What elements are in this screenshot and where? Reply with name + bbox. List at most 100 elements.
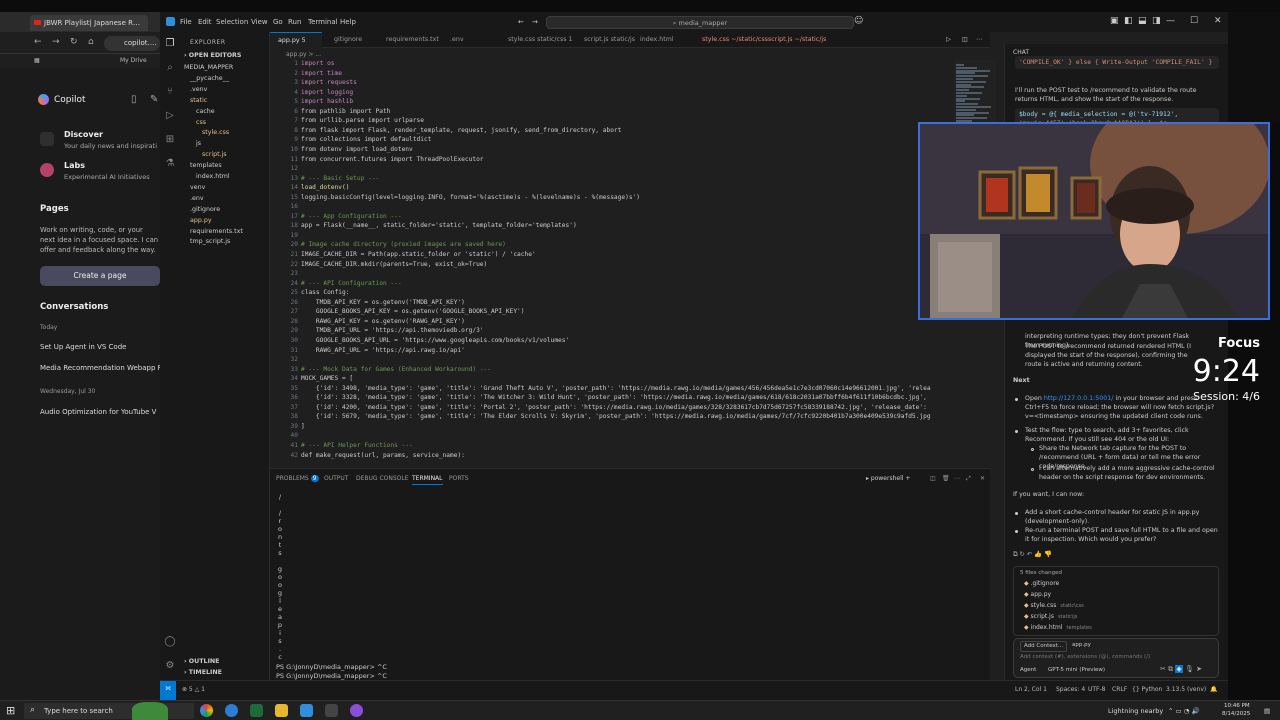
extensions-icon[interactable]: ⊞ (164, 134, 176, 146)
line-ending[interactable]: CRLF (1112, 686, 1127, 693)
thumbs-up-icon[interactable]: 👍 (1034, 551, 1042, 558)
menu-view[interactable]: View (251, 18, 268, 26)
tree-item[interactable]: venv (190, 184, 205, 191)
tab-terminal[interactable]: TERMINAL (412, 475, 443, 485)
timeline-section[interactable]: › TIMELINE (184, 669, 222, 676)
taskbar-search[interactable]: ⌕ Type here to search (24, 703, 194, 719)
tree-item[interactable]: requirements.txt (190, 228, 243, 235)
toggle-panel-icon[interactable]: ⬓ (1138, 16, 1147, 26)
close-icon[interactable]: ✕ (1214, 16, 1222, 26)
thumbs-down-icon[interactable]: 👎 (1044, 551, 1052, 558)
home-icon[interactable]: ⌂ (88, 37, 94, 47)
editor-tab[interactable]: app.py 5 (270, 32, 322, 48)
system-tray-icons[interactable]: ⌃ ▭ ◔ 🔊 (1168, 707, 1200, 715)
new-chat-icon[interactable]: ✎ (150, 94, 158, 105)
nav-forward-icon[interactable]: → (532, 18, 538, 26)
tree-item[interactable]: style.css (202, 129, 229, 136)
run-debug-icon[interactable]: ▷ (164, 110, 176, 122)
notifications-icon[interactable]: ▤ (1264, 707, 1270, 715)
tree-item[interactable]: .env (190, 195, 204, 202)
tree-item[interactable]: script.js (202, 151, 227, 158)
terminal-shell-label[interactable]: ▸ powershell + (866, 475, 910, 482)
tab-output[interactable]: OUTPUT (324, 475, 348, 482)
send-icon[interactable]: ➤ (1196, 665, 1202, 673)
agent-mode-dropdown[interactable]: Agent (1020, 666, 1036, 675)
agent-icon[interactable]: ◈ (1175, 665, 1183, 673)
testing-icon[interactable]: ⚗ (164, 158, 176, 170)
maximize-icon[interactable]: ☐ (1190, 16, 1198, 26)
problems-status[interactable]: ⊗ 5 △ 1 (182, 686, 205, 693)
code-editor[interactable]: 1 import os 2 import time 3 import requests 4 i… (270, 60, 960, 468)
app-icon[interactable] (250, 704, 263, 717)
tree-item[interactable]: static (190, 97, 207, 104)
refresh-icon[interactable]: ↻ (70, 37, 78, 47)
menu-help[interactable]: Help (340, 18, 356, 26)
conversation-item[interactable]: Media Recommendation Webapp R (40, 364, 163, 372)
nav-back-icon[interactable]: ← (518, 18, 524, 26)
more-actions-icon[interactable]: ⋯ (976, 32, 982, 48)
tab-ports[interactable]: PORTS (449, 475, 469, 482)
editor-tab[interactable]: style.css ~/static/css (694, 32, 768, 48)
language-mode[interactable]: {} Python (1132, 686, 1162, 693)
create-page-button[interactable]: Create a page (40, 266, 160, 286)
chrome-icon[interactable] (200, 704, 213, 717)
sidebar-toggle-icon[interactable]: ▯ (131, 94, 137, 105)
obs-icon[interactable] (325, 704, 338, 717)
tools-icon[interactable]: ✂ (1160, 665, 1166, 673)
weather-status[interactable]: Lightning nearby (1108, 707, 1163, 715)
changed-file-item[interactable]: ◆ app.py (1024, 590, 1055, 600)
microphone-icon[interactable]: 🎙 (1185, 665, 1194, 673)
nav-discover[interactable]: Discover (64, 130, 103, 139)
editor-tab[interactable]: script.js ~/static/js (760, 32, 830, 48)
bookmark-my-drive[interactable]: My Drive (120, 57, 147, 64)
cursor-position[interactable]: Ln 2, Col 1 (1015, 686, 1047, 693)
forward-icon[interactable]: → (52, 37, 60, 47)
address-bar[interactable]: copilot.mic (104, 36, 160, 51)
conversation-item[interactable]: Set Up Agent in VS Code (40, 343, 126, 351)
menu-edit[interactable]: Edit (198, 18, 212, 26)
tree-item[interactable]: __pycache__ (190, 75, 229, 82)
changed-file-item[interactable]: ◆ .gitignore (1024, 579, 1063, 589)
editor-tab[interactable]: style.css static/css 1 (500, 32, 574, 48)
outline-section[interactable]: › OUTLINE (184, 658, 220, 665)
menu-file[interactable]: File (180, 18, 192, 26)
menu-terminal[interactable]: Terminal (308, 18, 338, 26)
app-icon[interactable] (350, 704, 363, 717)
tree-item[interactable]: index.html (196, 173, 230, 180)
copilot-icon[interactable]: ☺ (854, 16, 863, 26)
changed-file-item[interactable]: ◆ index.html templates (1024, 623, 1092, 633)
tree-item[interactable]: templates (190, 162, 222, 169)
edge-icon[interactable] (225, 704, 238, 717)
attach-icon[interactable]: ⧉ (1168, 665, 1173, 673)
tab-problems[interactable]: PROBLEMS 9 (276, 475, 319, 482)
notifications-icon[interactable]: 🔔 (1210, 686, 1217, 693)
more-icon[interactable]: ⋯ (954, 475, 960, 482)
close-panel-icon[interactable]: ✕ (980, 475, 985, 482)
breadcrumb[interactable]: app.py > ... (286, 51, 321, 58)
tree-item[interactable]: .venv (190, 86, 207, 93)
editor-tab[interactable]: gitignore (326, 32, 374, 48)
command-center-search[interactable]: ⌕ media_mapper (546, 16, 854, 29)
tree-item[interactable]: tmp_script.js (190, 238, 230, 245)
windows-start-icon[interactable]: ⊞ (6, 704, 15, 717)
tree-item[interactable]: .gitignore (190, 206, 220, 213)
editor-tab[interactable]: script.js static/js (576, 32, 635, 48)
tree-item[interactable]: js (196, 140, 201, 147)
model-dropdown[interactable]: GPT-5 mini (Preview) (1048, 666, 1105, 675)
toggle-secondary-sidebar-icon[interactable]: ◨ (1152, 16, 1161, 26)
menu-go[interactable]: Go (273, 18, 283, 26)
add-context-button[interactable]: Add Context... (1020, 641, 1068, 652)
retry-icon[interactable]: ↻ (1020, 551, 1025, 558)
layout-icon[interactable]: ▣ (1110, 16, 1119, 26)
minimize-icon[interactable]: — (1166, 16, 1175, 26)
split-editor-icon[interactable]: ◫ (962, 32, 968, 48)
chat-input[interactable]: Add context (#), extensions (@), command… (1020, 653, 1216, 662)
changed-file-item[interactable]: ◆ style.css static\css (1024, 601, 1084, 611)
localhost-link[interactable]: http://127.0.0.1:5001/ (1044, 395, 1114, 402)
undo-icon[interactable]: ↶ (1027, 551, 1032, 558)
settings-gear-icon[interactable]: ⚙ (164, 660, 176, 672)
context-file-chip[interactable]: app.py (1072, 641, 1091, 650)
remote-icon[interactable]: ⨝ (160, 681, 176, 700)
tree-item[interactable]: cache (196, 108, 215, 115)
split-terminal-icon[interactable]: ◫ (930, 475, 936, 482)
